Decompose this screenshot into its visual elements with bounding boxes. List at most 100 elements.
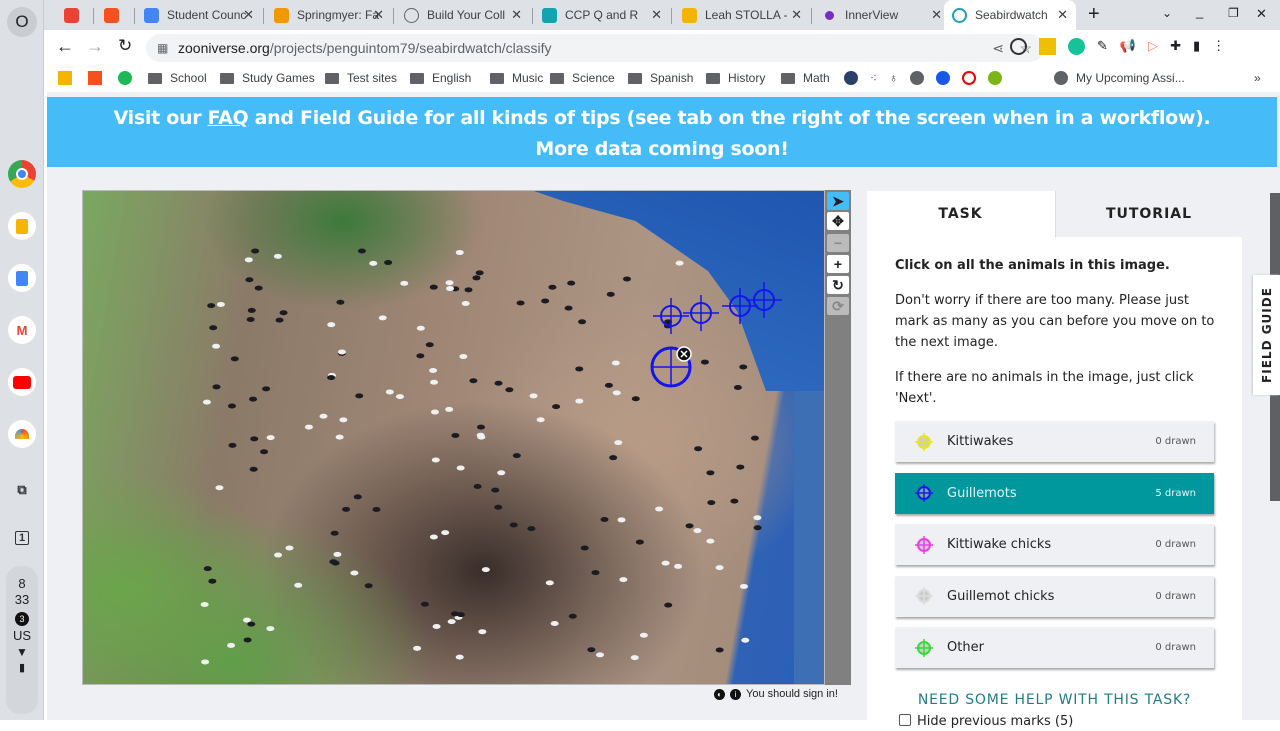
marks-layer[interactable]	[83, 191, 825, 685]
bookmark-classroom[interactable]	[58, 71, 72, 85]
close-tab-icon[interactable]: ✕	[511, 7, 522, 23]
launcher-button[interactable]: O	[7, 7, 37, 37]
bird	[564, 305, 573, 311]
tab-innerview[interactable]: InnerView ✕	[814, 0, 950, 30]
tab-tutorial[interactable]: TUTORIAL	[1055, 191, 1242, 237]
close-tab-icon[interactable]: ✕	[651, 7, 662, 23]
tool-other[interactable]: Other 0 drawn	[895, 627, 1214, 668]
files-icon[interactable]: ⧉	[8, 476, 36, 504]
chrome-remote-icon[interactable]	[8, 420, 36, 448]
calendar-icon[interactable]: 1	[8, 524, 36, 552]
tool-kittiwake-chicks[interactable]: Kittiwake chicks 0 drawn	[895, 524, 1214, 565]
new-tab-button[interactable]: +	[1088, 3, 1100, 26]
bookmark-folder[interactable]: Science	[550, 71, 615, 85]
close-tab-icon[interactable]: ✕	[243, 7, 254, 23]
minimize-button[interactable]: _	[1196, 4, 1203, 19]
rotate-button[interactable]: ↻	[827, 276, 849, 294]
bird	[275, 317, 284, 323]
bookmark-folder[interactable]: Study Games	[220, 71, 315, 85]
bookmark-site-icon[interactable]	[844, 71, 858, 85]
tool-guillemot-chicks[interactable]: Guillemot chicks 0 drawn	[895, 575, 1214, 617]
back-button[interactable]: ←	[56, 36, 74, 57]
tab-seabirdwatch[interactable]: Seabirdwatch ✕	[944, 0, 1076, 30]
guillemot-mark[interactable]	[722, 288, 758, 324]
bookmark-folder[interactable]: Math	[781, 71, 830, 85]
extension-icon[interactable]: ✎	[1097, 38, 1108, 55]
side-panel-icon[interactable]: ▮	[1193, 38, 1200, 55]
gmail-icon[interactable]: M	[8, 316, 36, 344]
tool-guillemots[interactable]: Guillemots 5 drawn	[895, 472, 1214, 514]
bookmark-spotify[interactable]	[118, 71, 132, 85]
need-help-link[interactable]: NEED SOME HELP WITH THIS TASK?	[867, 692, 1242, 708]
bookmark-folder[interactable]: Test sites	[325, 71, 397, 85]
bookmark-circle-icon[interactable]	[962, 71, 977, 85]
guillemot-mark[interactable]	[683, 295, 719, 331]
bookmark-upcoming-assignments[interactable]: My Upcoming Assi...	[1054, 71, 1185, 85]
bird	[420, 601, 429, 607]
tab-classroom[interactable]	[96, 0, 132, 30]
bookmark-folder[interactable]: Spanish	[628, 71, 693, 85]
megaphone-icon[interactable]: 📢	[1120, 38, 1136, 55]
bookmark-innerview-icon[interactable]: ⁖	[870, 71, 877, 85]
hide-marks-checkbox[interactable]: Hide previous marks (5)	[899, 714, 1073, 729]
pointer-tool-button[interactable]: ➤	[827, 192, 849, 210]
bookmark-folder[interactable]: School	[148, 71, 207, 85]
extension-2048-icon[interactable]	[1039, 38, 1056, 55]
youtube-icon[interactable]	[8, 368, 36, 396]
bookmark-folder[interactable]: History	[706, 71, 765, 85]
maximize-button[interactable]: ❐	[1228, 6, 1239, 20]
bird	[201, 659, 210, 665]
faq-link[interactable]: FAQ	[208, 107, 249, 129]
bookmark-2-icon[interactable]	[936, 71, 951, 85]
bird	[369, 260, 378, 266]
invert-icon[interactable]: ◐	[714, 688, 725, 700]
guillemot-mark[interactable]	[653, 298, 689, 334]
zoom-out-button[interactable]: −	[827, 234, 849, 252]
guillemot-mark[interactable]	[746, 282, 782, 318]
close-tab-icon[interactable]: ✕	[373, 7, 384, 23]
guillemot-mark-selected[interactable]	[650, 346, 692, 388]
bookmark-globe-icon[interactable]	[910, 71, 925, 85]
tab-slides[interactable]: Leah STOLLA - ✕	[674, 0, 810, 30]
bird	[580, 545, 589, 551]
tab-springmyer[interactable]: Springmyer: Fa ✕	[266, 0, 392, 30]
bookmark-dollar-icon[interactable]	[988, 71, 1003, 85]
forward-button[interactable]: →	[86, 36, 104, 57]
address-bar[interactable]: ▦ zooniverse.org/projects/penguintom79/s…	[146, 34, 1044, 62]
close-tab-icon[interactable]: ✕	[1057, 7, 1068, 23]
tab-ccp[interactable]: CCP Q and R ✕	[534, 0, 670, 30]
bookmark-folder[interactable]: English	[410, 71, 471, 85]
zoom-in-button[interactable]: +	[827, 255, 849, 273]
pan-tool-button[interactable]: ✥	[827, 212, 849, 230]
subject-image[interactable]	[82, 190, 825, 685]
close-tab-icon[interactable]: ✕	[931, 7, 942, 23]
tool-kittiwakes[interactable]: Kittiwakes 0 drawn	[895, 421, 1214, 462]
tab-task[interactable]: TASK	[867, 191, 1054, 237]
grammarly-icon[interactable]	[1068, 38, 1085, 55]
more-bookmarks-icon[interactable]: »	[1254, 71, 1261, 85]
status-tray[interactable]: 8 33 3 US ▼ ▮	[6, 566, 38, 714]
bird	[378, 315, 387, 321]
extensions-puzzle-icon[interactable]: ✚	[1170, 38, 1181, 55]
docs-icon[interactable]	[8, 264, 36, 292]
reset-button[interactable]: ⟳	[827, 297, 849, 315]
bookmark-folder[interactable]: Music	[490, 71, 543, 85]
chrome-icon[interactable]	[8, 160, 36, 188]
extension-icon[interactable]	[1010, 38, 1027, 55]
bookmark-app[interactable]	[88, 71, 102, 85]
menu-icon[interactable]: ⋮	[1212, 38, 1225, 55]
slides-icon[interactable]	[8, 212, 36, 240]
close-tab-icon[interactable]: ✕	[791, 7, 802, 23]
bookmark-acorn-icon[interactable]: ♁	[889, 71, 898, 85]
field-guide-tab[interactable]: FIELD GUIDE	[1253, 275, 1280, 395]
site-info-icon[interactable]: ▦	[157, 34, 168, 62]
tab-build-college[interactable]: Build Your Coll ✕	[396, 0, 530, 30]
tab-gmail[interactable]	[56, 0, 92, 30]
info-icon[interactable]: i	[730, 688, 741, 700]
extension-icon[interactable]: ▷	[1148, 38, 1158, 55]
share-icon[interactable]: ⋖	[992, 34, 1004, 62]
tab-search-icon[interactable]: ⌄	[1162, 6, 1172, 20]
tab-student-council[interactable]: Student Counc ✕	[136, 0, 262, 30]
reload-button[interactable]: ↻	[118, 36, 132, 56]
close-window-button[interactable]: ✕	[1256, 6, 1267, 22]
